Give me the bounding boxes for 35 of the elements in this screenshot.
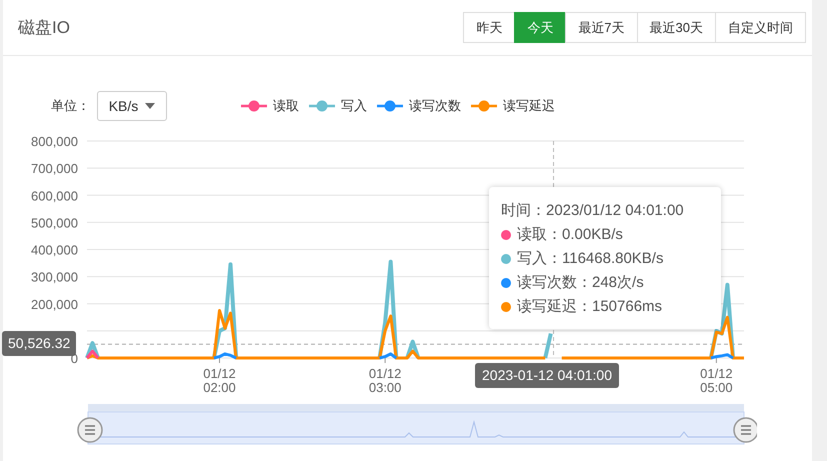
legend-marker-icon: [471, 100, 497, 112]
caret-icon: [145, 102, 156, 108]
y-tick-label: 500,000: [31, 215, 78, 230]
zoom-handle[interactable]: [733, 417, 757, 443]
axis-pointer-label: 50,526.32: [2, 331, 76, 356]
x-tick-label: 01/12 03:00: [368, 366, 402, 395]
range-tab[interactable]: 自定义时间: [715, 12, 806, 43]
zoom-handle[interactable]: [77, 417, 103, 443]
tooltip-row-text: 写入：116468.80KB/s: [517, 249, 664, 269]
card-title: 磁盘IO: [18, 17, 70, 39]
y-tick-label: 600,000: [31, 188, 78, 204]
range-tab[interactable]: 昨天: [463, 12, 516, 43]
legend-item[interactable]: 写入: [309, 96, 367, 114]
unit-label: 单位：: [51, 96, 91, 114]
x-tick-label: 01/12 05:00: [700, 366, 733, 395]
range-tab[interactable]: 最近7天: [565, 12, 638, 43]
tooltip-row-text: 读写延迟：150766ms: [517, 297, 662, 317]
axis-pointer-label: 2023-01-12 04:01:00: [475, 363, 619, 388]
legend-item[interactable]: 读取: [241, 96, 299, 114]
y-tick-label: 200,000: [31, 296, 78, 312]
legend-item[interactable]: 读写次数: [377, 96, 461, 114]
x-tick-label: 01/12 02:00: [203, 366, 236, 395]
range-tab[interactable]: 最近30天: [636, 12, 716, 43]
unit-dropdown[interactable]: KB/s: [97, 90, 167, 120]
legend-marker-icon: [309, 100, 335, 112]
legend-marker-icon: [377, 100, 403, 112]
tooltip-row-text: 读写次数：248次/s: [517, 273, 644, 293]
y-tick-label: 800,000: [31, 134, 78, 149]
legend-item[interactable]: 读写延迟: [471, 96, 555, 114]
y-tick-label: 300,000: [31, 270, 78, 285]
y-tick-label: 400,000: [31, 242, 78, 258]
tooltip-row-text: 读取：0.00KB/s: [517, 225, 623, 245]
y-tick-label: 700,000: [31, 161, 78, 176]
legend-marker-icon: [241, 100, 267, 112]
tooltip-title: 时间：2023/01/12 04:01:00: [501, 201, 685, 221]
